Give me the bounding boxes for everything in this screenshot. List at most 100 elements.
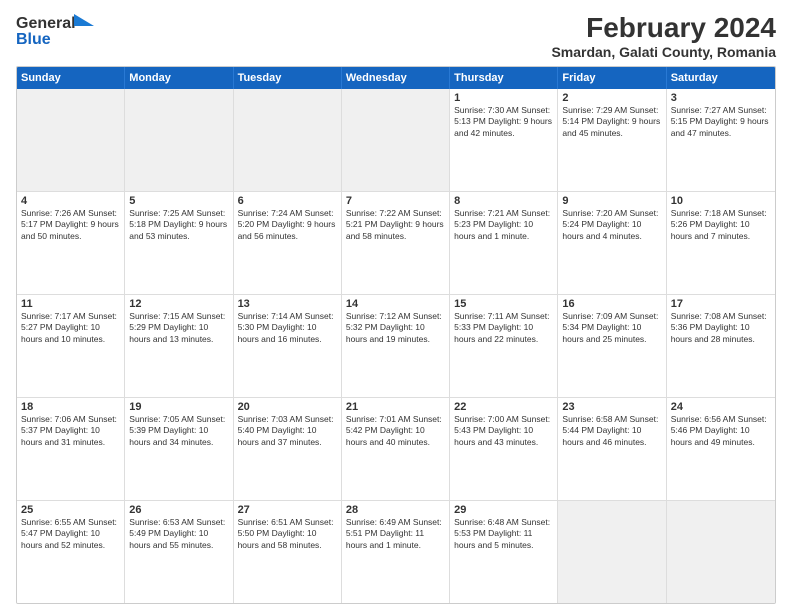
cal-cell-w2-d4: 15Sunrise: 7:11 AM Sunset: 5:33 PM Dayli… bbox=[450, 295, 558, 397]
cal-cell-w2-d0: 11Sunrise: 7:17 AM Sunset: 5:27 PM Dayli… bbox=[17, 295, 125, 397]
cal-cell-w0-d2 bbox=[234, 89, 342, 191]
day-number: 5 bbox=[129, 195, 228, 207]
cell-content: Sunrise: 7:26 AM Sunset: 5:17 PM Dayligh… bbox=[21, 208, 120, 242]
day-number: 1 bbox=[454, 92, 553, 104]
day-number: 3 bbox=[671, 92, 771, 104]
week-row-4: 25Sunrise: 6:55 AM Sunset: 5:47 PM Dayli… bbox=[17, 501, 775, 603]
cal-cell-w2-d5: 16Sunrise: 7:09 AM Sunset: 5:34 PM Dayli… bbox=[558, 295, 666, 397]
logo: GeneralBlue bbox=[16, 12, 96, 46]
day-number: 4 bbox=[21, 195, 120, 207]
svg-text:Blue: Blue bbox=[16, 31, 51, 46]
header-thursday: Thursday bbox=[450, 67, 558, 89]
calendar: Sunday Monday Tuesday Wednesday Thursday… bbox=[16, 66, 776, 604]
cal-cell-w0-d4: 1Sunrise: 7:30 AM Sunset: 5:13 PM Daylig… bbox=[450, 89, 558, 191]
header-sunday: Sunday bbox=[17, 67, 125, 89]
day-number: 29 bbox=[454, 504, 553, 516]
cal-cell-w3-d1: 19Sunrise: 7:05 AM Sunset: 5:39 PM Dayli… bbox=[125, 398, 233, 500]
cal-cell-w0-d0 bbox=[17, 89, 125, 191]
cal-cell-w2-d1: 12Sunrise: 7:15 AM Sunset: 5:29 PM Dayli… bbox=[125, 295, 233, 397]
cell-content: Sunrise: 7:11 AM Sunset: 5:33 PM Dayligh… bbox=[454, 311, 553, 345]
cell-content: Sunrise: 7:18 AM Sunset: 5:26 PM Dayligh… bbox=[671, 208, 771, 242]
cal-cell-w3-d3: 21Sunrise: 7:01 AM Sunset: 5:42 PM Dayli… bbox=[342, 398, 450, 500]
cal-cell-w2-d3: 14Sunrise: 7:12 AM Sunset: 5:32 PM Dayli… bbox=[342, 295, 450, 397]
cell-content: Sunrise: 7:22 AM Sunset: 5:21 PM Dayligh… bbox=[346, 208, 445, 242]
header-wednesday: Wednesday bbox=[342, 67, 450, 89]
day-number: 11 bbox=[21, 298, 120, 310]
header: GeneralBlue February 2024 Smardan, Galat… bbox=[16, 12, 776, 60]
cal-cell-w4-d0: 25Sunrise: 6:55 AM Sunset: 5:47 PM Dayli… bbox=[17, 501, 125, 603]
day-number: 26 bbox=[129, 504, 228, 516]
cell-content: Sunrise: 6:58 AM Sunset: 5:44 PM Dayligh… bbox=[562, 414, 661, 448]
day-number: 9 bbox=[562, 195, 661, 207]
cal-cell-w0-d3 bbox=[342, 89, 450, 191]
cal-cell-w1-d6: 10Sunrise: 7:18 AM Sunset: 5:26 PM Dayli… bbox=[667, 192, 775, 294]
day-number: 20 bbox=[238, 401, 337, 413]
page: GeneralBlue February 2024 Smardan, Galat… bbox=[0, 0, 792, 612]
cell-content: Sunrise: 7:09 AM Sunset: 5:34 PM Dayligh… bbox=[562, 311, 661, 345]
cal-cell-w1-d5: 9Sunrise: 7:20 AM Sunset: 5:24 PM Daylig… bbox=[558, 192, 666, 294]
day-number: 14 bbox=[346, 298, 445, 310]
cell-content: Sunrise: 6:48 AM Sunset: 5:53 PM Dayligh… bbox=[454, 517, 553, 551]
day-number: 7 bbox=[346, 195, 445, 207]
cal-cell-w3-d6: 24Sunrise: 6:56 AM Sunset: 5:46 PM Dayli… bbox=[667, 398, 775, 500]
day-number: 16 bbox=[562, 298, 661, 310]
cell-content: Sunrise: 7:15 AM Sunset: 5:29 PM Dayligh… bbox=[129, 311, 228, 345]
header-saturday: Saturday bbox=[667, 67, 775, 89]
cell-content: Sunrise: 7:06 AM Sunset: 5:37 PM Dayligh… bbox=[21, 414, 120, 448]
cal-cell-w2-d6: 17Sunrise: 7:08 AM Sunset: 5:36 PM Dayli… bbox=[667, 295, 775, 397]
cal-cell-w4-d6 bbox=[667, 501, 775, 603]
cell-content: Sunrise: 7:05 AM Sunset: 5:39 PM Dayligh… bbox=[129, 414, 228, 448]
week-row-0: 1Sunrise: 7:30 AM Sunset: 5:13 PM Daylig… bbox=[17, 89, 775, 192]
cell-content: Sunrise: 7:21 AM Sunset: 5:23 PM Dayligh… bbox=[454, 208, 553, 242]
cal-cell-w4-d3: 28Sunrise: 6:49 AM Sunset: 5:51 PM Dayli… bbox=[342, 501, 450, 603]
cal-cell-w3-d5: 23Sunrise: 6:58 AM Sunset: 5:44 PM Dayli… bbox=[558, 398, 666, 500]
day-number: 18 bbox=[21, 401, 120, 413]
logo-icon: GeneralBlue bbox=[16, 12, 96, 46]
cell-content: Sunrise: 7:30 AM Sunset: 5:13 PM Dayligh… bbox=[454, 105, 553, 139]
cal-cell-w0-d5: 2Sunrise: 7:29 AM Sunset: 5:14 PM Daylig… bbox=[558, 89, 666, 191]
day-number: 25 bbox=[21, 504, 120, 516]
header-tuesday: Tuesday bbox=[234, 67, 342, 89]
cal-cell-w4-d1: 26Sunrise: 6:53 AM Sunset: 5:49 PM Dayli… bbox=[125, 501, 233, 603]
main-title: February 2024 bbox=[551, 12, 776, 44]
title-section: February 2024 Smardan, Galati County, Ro… bbox=[551, 12, 776, 60]
cell-content: Sunrise: 7:03 AM Sunset: 5:40 PM Dayligh… bbox=[238, 414, 337, 448]
day-number: 22 bbox=[454, 401, 553, 413]
cal-cell-w3-d4: 22Sunrise: 7:00 AM Sunset: 5:43 PM Dayli… bbox=[450, 398, 558, 500]
cell-content: Sunrise: 6:55 AM Sunset: 5:47 PM Dayligh… bbox=[21, 517, 120, 551]
cal-cell-w0-d1 bbox=[125, 89, 233, 191]
cell-content: Sunrise: 7:24 AM Sunset: 5:20 PM Dayligh… bbox=[238, 208, 337, 242]
cal-cell-w4-d4: 29Sunrise: 6:48 AM Sunset: 5:53 PM Dayli… bbox=[450, 501, 558, 603]
calendar-body: 1Sunrise: 7:30 AM Sunset: 5:13 PM Daylig… bbox=[17, 89, 775, 603]
day-number: 13 bbox=[238, 298, 337, 310]
cell-content: Sunrise: 7:01 AM Sunset: 5:42 PM Dayligh… bbox=[346, 414, 445, 448]
subtitle: Smardan, Galati County, Romania bbox=[551, 44, 776, 60]
day-number: 23 bbox=[562, 401, 661, 413]
cell-content: Sunrise: 7:17 AM Sunset: 5:27 PM Dayligh… bbox=[21, 311, 120, 345]
cell-content: Sunrise: 6:49 AM Sunset: 5:51 PM Dayligh… bbox=[346, 517, 445, 551]
cal-cell-w4-d2: 27Sunrise: 6:51 AM Sunset: 5:50 PM Dayli… bbox=[234, 501, 342, 603]
cal-cell-w1-d1: 5Sunrise: 7:25 AM Sunset: 5:18 PM Daylig… bbox=[125, 192, 233, 294]
cal-cell-w1-d3: 7Sunrise: 7:22 AM Sunset: 5:21 PM Daylig… bbox=[342, 192, 450, 294]
cell-content: Sunrise: 6:53 AM Sunset: 5:49 PM Dayligh… bbox=[129, 517, 228, 551]
week-row-2: 11Sunrise: 7:17 AM Sunset: 5:27 PM Dayli… bbox=[17, 295, 775, 398]
day-number: 24 bbox=[671, 401, 771, 413]
cell-content: Sunrise: 7:12 AM Sunset: 5:32 PM Dayligh… bbox=[346, 311, 445, 345]
day-number: 19 bbox=[129, 401, 228, 413]
day-number: 12 bbox=[129, 298, 228, 310]
cell-content: Sunrise: 7:00 AM Sunset: 5:43 PM Dayligh… bbox=[454, 414, 553, 448]
cal-cell-w3-d2: 20Sunrise: 7:03 AM Sunset: 5:40 PM Dayli… bbox=[234, 398, 342, 500]
cal-cell-w1-d0: 4Sunrise: 7:26 AM Sunset: 5:17 PM Daylig… bbox=[17, 192, 125, 294]
cell-content: Sunrise: 7:25 AM Sunset: 5:18 PM Dayligh… bbox=[129, 208, 228, 242]
cell-content: Sunrise: 7:20 AM Sunset: 5:24 PM Dayligh… bbox=[562, 208, 661, 242]
header-friday: Friday bbox=[558, 67, 666, 89]
cal-cell-w4-d5 bbox=[558, 501, 666, 603]
cell-content: Sunrise: 7:27 AM Sunset: 5:15 PM Dayligh… bbox=[671, 105, 771, 139]
cell-content: Sunrise: 6:51 AM Sunset: 5:50 PM Dayligh… bbox=[238, 517, 337, 551]
day-number: 10 bbox=[671, 195, 771, 207]
day-number: 27 bbox=[238, 504, 337, 516]
cal-cell-w1-d4: 8Sunrise: 7:21 AM Sunset: 5:23 PM Daylig… bbox=[450, 192, 558, 294]
header-monday: Monday bbox=[125, 67, 233, 89]
day-number: 17 bbox=[671, 298, 771, 310]
day-number: 28 bbox=[346, 504, 445, 516]
